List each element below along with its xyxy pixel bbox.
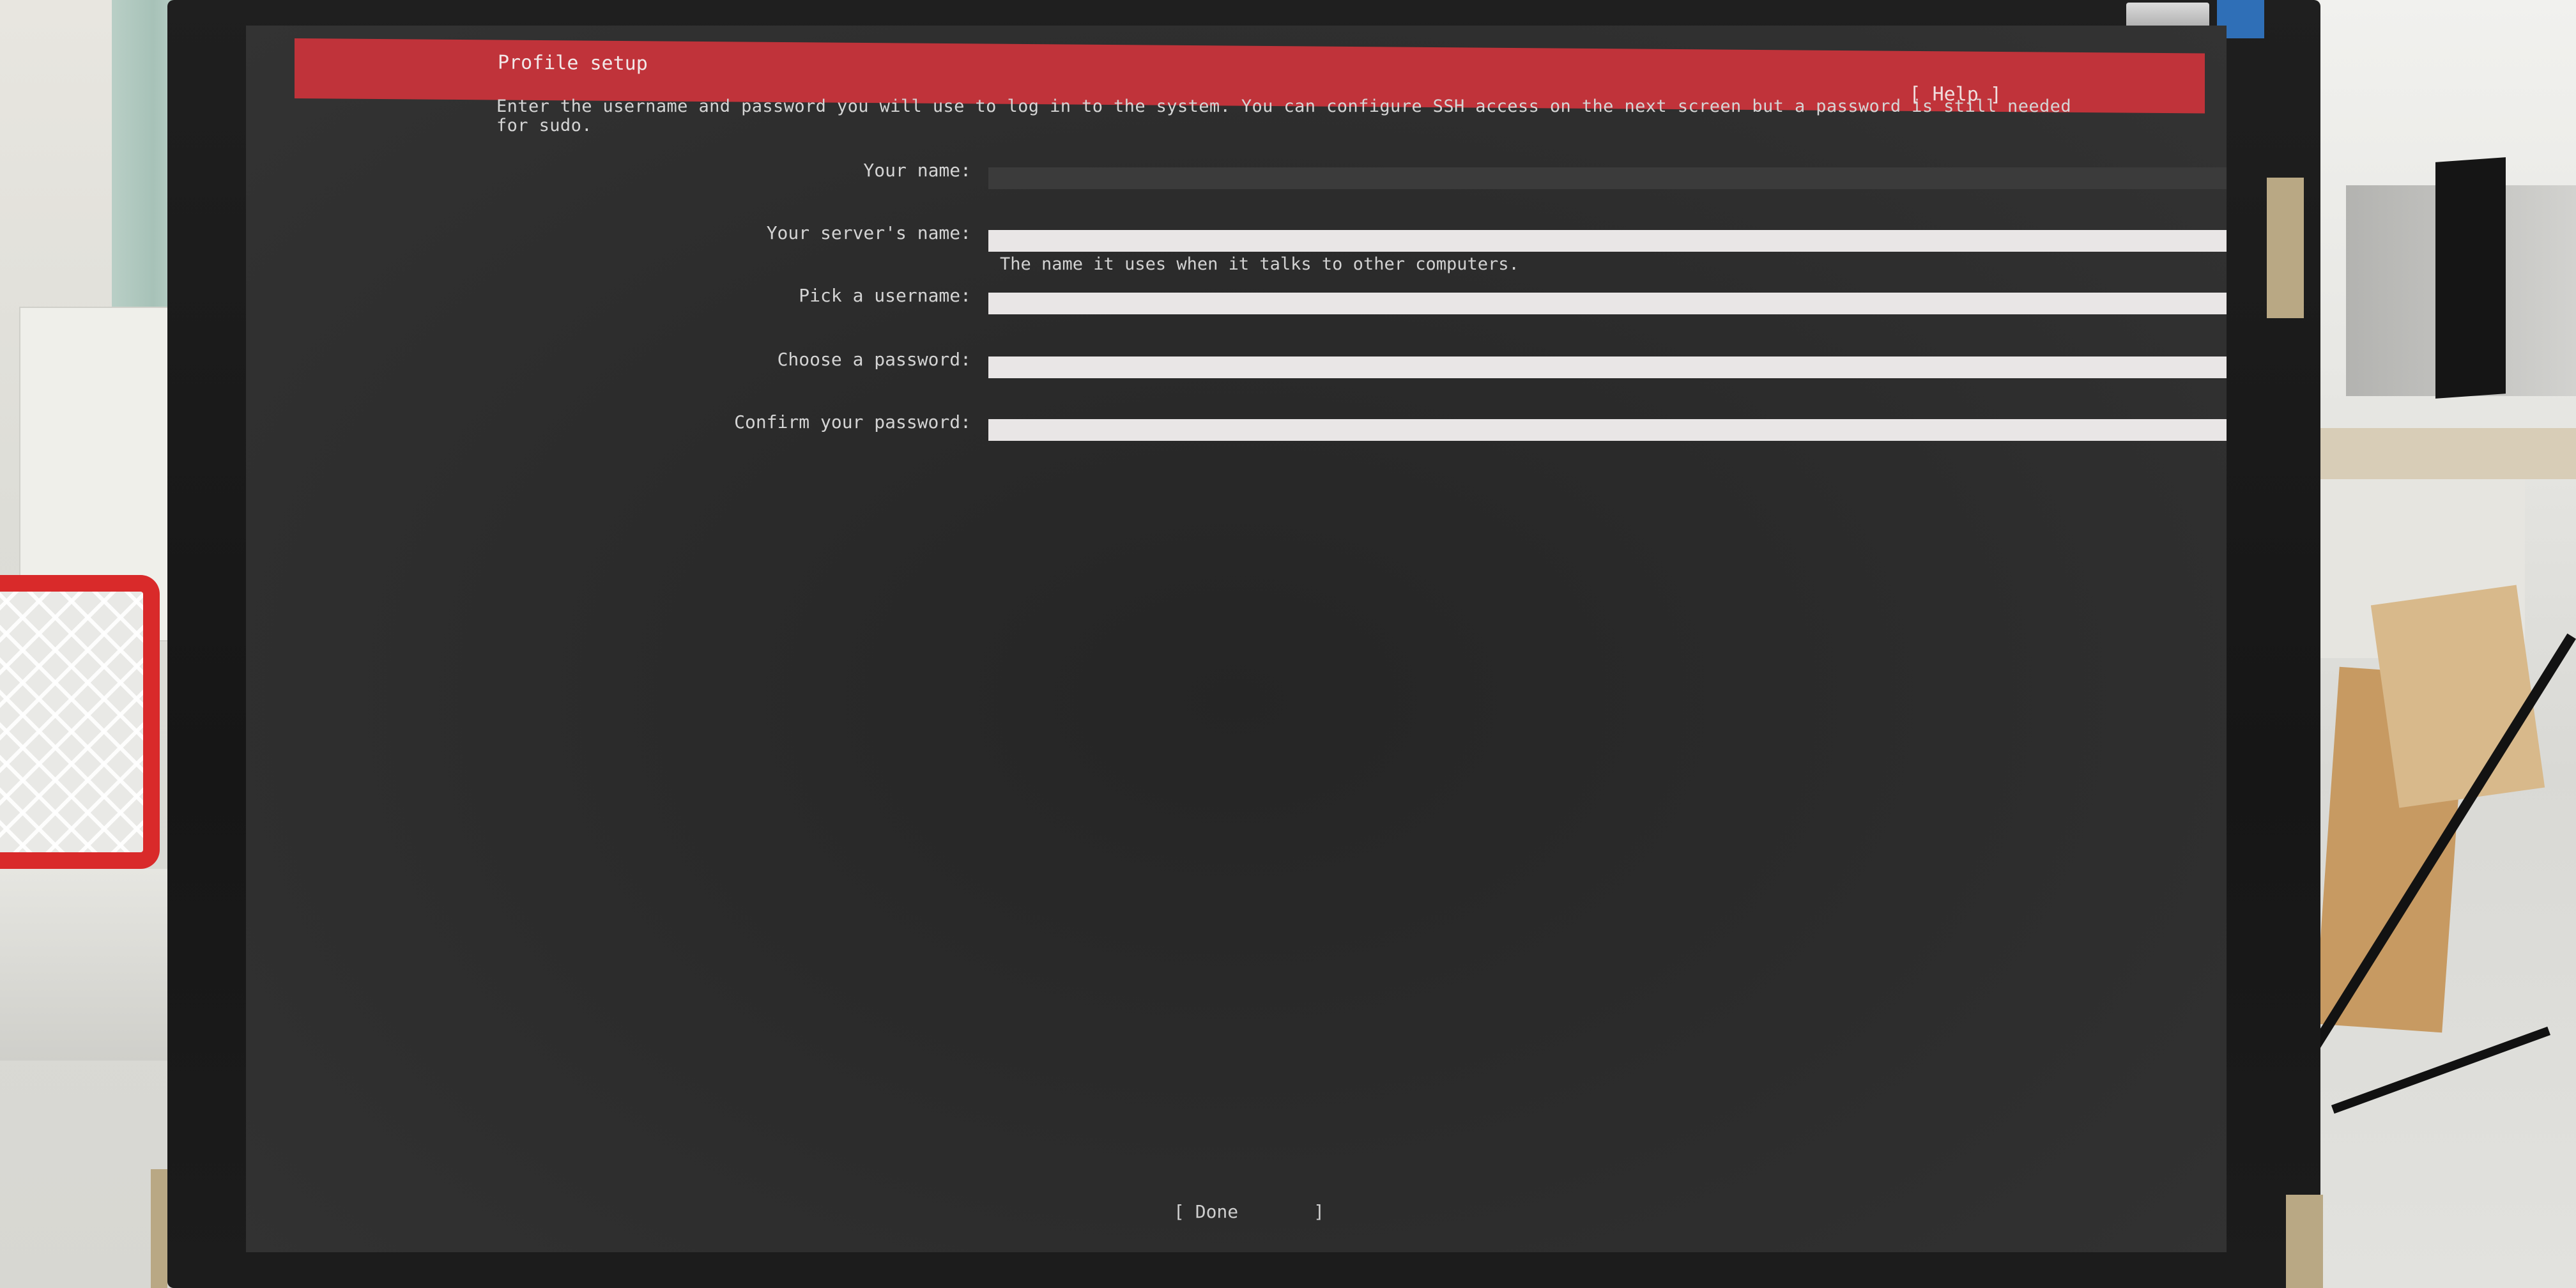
field-label: Confirm your password:	[734, 411, 971, 433]
form-row-confirm-password: Confirm your password:	[246, 411, 2227, 441]
form-row-username: Pick a username:	[246, 285, 2227, 314]
server-name-input[interactable]	[988, 230, 2227, 252]
installer-screen: Profile setup [ Help ] Enter the usernam…	[246, 26, 2227, 1252]
tape	[2267, 178, 2304, 318]
field-label: Your name:	[863, 160, 971, 181]
right-shelf	[2295, 428, 2576, 479]
server-name-hint: The name it uses when it talks to other …	[1000, 254, 1519, 274]
background-monitor	[2435, 157, 2506, 399]
field-label: Pick a username:	[799, 285, 971, 306]
confirm-password-input[interactable]	[988, 419, 2227, 441]
form-row-server-name: Your server's name:	[246, 222, 2227, 252]
form-row-password: Choose a password:	[246, 349, 2227, 378]
username-input[interactable]	[988, 293, 2227, 314]
form-row-your-name: Your name:	[246, 160, 2227, 189]
field-label: Choose a password:	[777, 349, 971, 370]
intro-text: Enter the username and password you will…	[496, 96, 2071, 135]
cardboard-box	[2370, 585, 2545, 808]
tape	[151, 1169, 167, 1288]
done-button[interactable]: [ Done ]	[1174, 1201, 1324, 1222]
tape	[2286, 1195, 2323, 1288]
password-input[interactable]	[988, 356, 2227, 378]
red-rack	[0, 575, 160, 869]
page-title: Profile setup	[498, 51, 648, 75]
field-label: Your server's name:	[766, 222, 971, 243]
your-name-input[interactable]	[988, 167, 2227, 189]
left-desk	[0, 869, 192, 1061]
